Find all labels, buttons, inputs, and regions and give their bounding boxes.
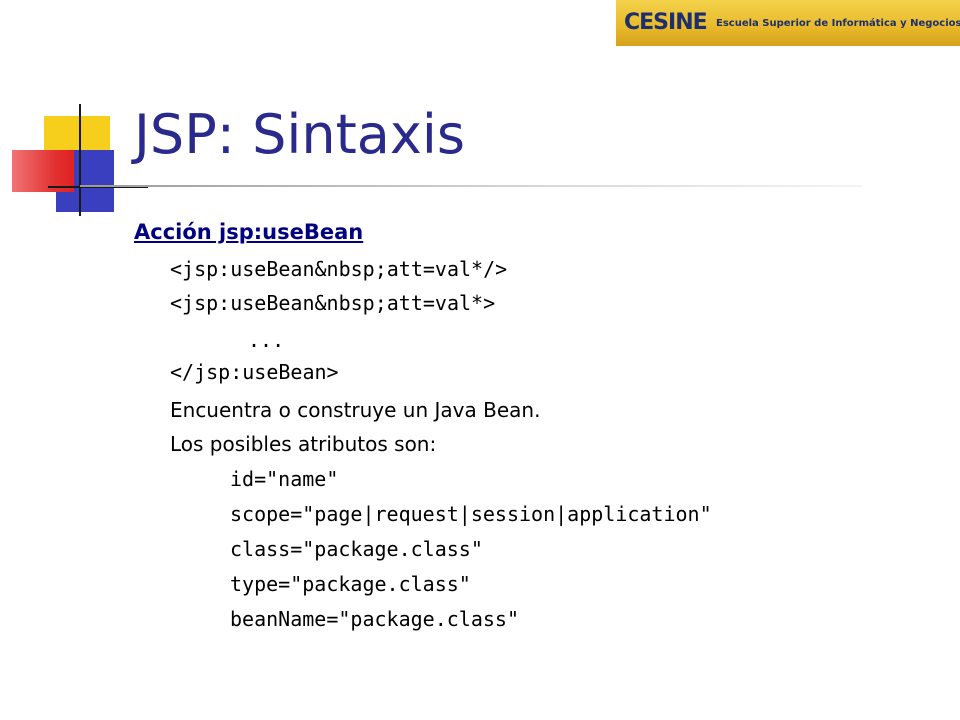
description-line: Encuentra o construye un Java Bean.: [170, 398, 541, 422]
code-line: </jsp:useBean>: [170, 360, 339, 384]
title-underline-rule: [80, 185, 862, 187]
attribute-line: id="name": [230, 467, 339, 491]
logo-mark: CESINE: [624, 10, 708, 35]
description-line: Los posibles atributos son:: [170, 432, 437, 456]
attribute-line: type="package.class": [230, 572, 471, 596]
slide-title: JSP: Sintaxis: [134, 103, 465, 166]
attribute-line: scope="page|request|session|application": [230, 502, 712, 526]
code-line: <jsp:useBean&nbsp;att=val*/>: [170, 257, 508, 281]
ornament-vertical-line: [79, 104, 81, 216]
code-line: ...: [248, 328, 285, 352]
section-heading: Acción jsp:useBean: [134, 220, 364, 244]
title-ornament: [0, 0, 148, 230]
attribute-line: beanName="package.class": [230, 607, 519, 631]
institution-logo: CESINE Escuela Superior de Informática y…: [616, 0, 960, 46]
logo-tagline: Escuela Superior de Informática y Negoci…: [716, 18, 960, 29]
code-line: <jsp:useBean&nbsp;att=val*>: [170, 291, 496, 315]
attribute-line: class="package.class": [230, 537, 483, 561]
